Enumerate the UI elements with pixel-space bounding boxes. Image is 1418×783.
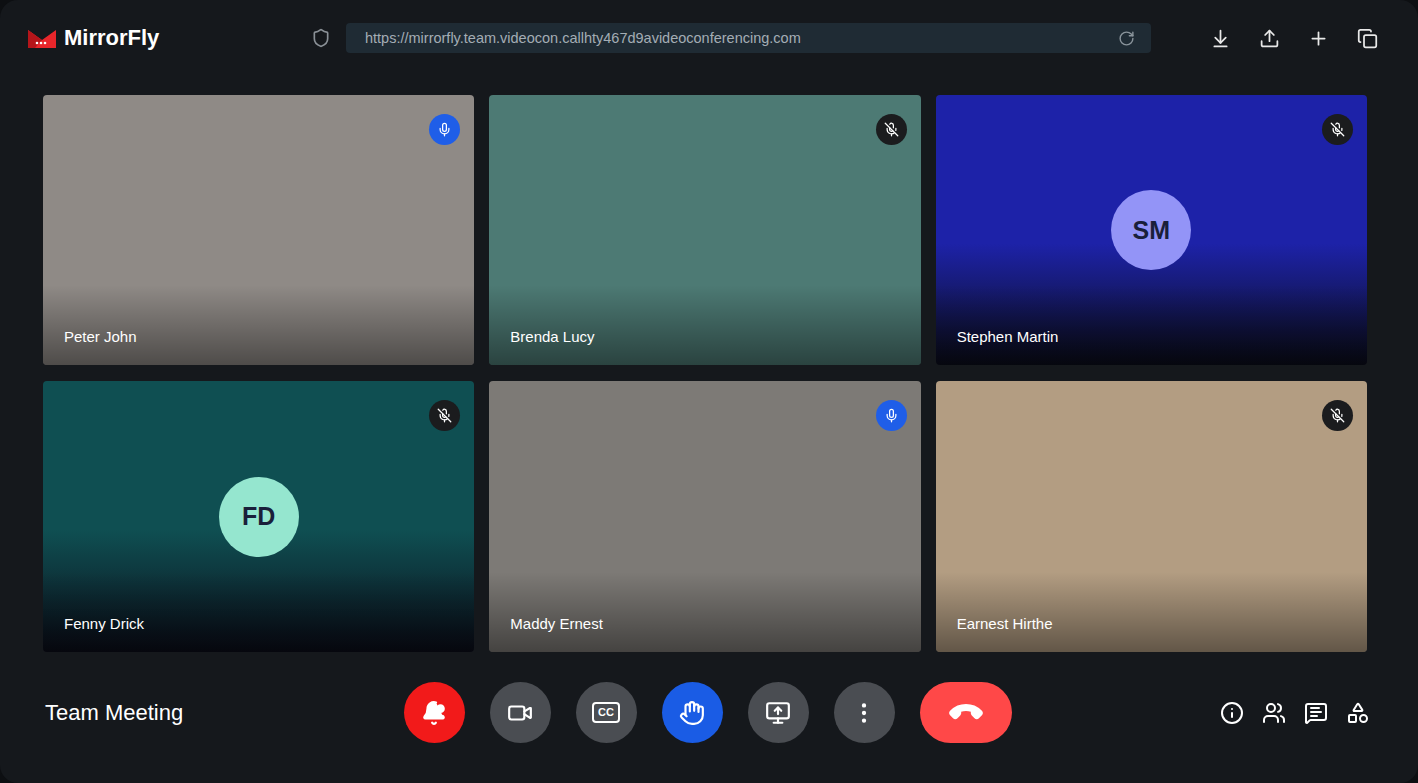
download-icon[interactable] (1210, 28, 1231, 49)
mic-off-icon (437, 408, 452, 423)
plus-icon[interactable] (1308, 28, 1329, 49)
share-button[interactable] (748, 682, 809, 743)
mic-badge (429, 114, 460, 145)
shield-icon[interactable] (311, 28, 331, 48)
participant-name: Earnest Hirthe (957, 615, 1053, 632)
participant-tile[interactable]: SM Stephen Martin (936, 95, 1367, 365)
mic-off-icon (884, 122, 899, 137)
header: MirrorFly https://mirrorfly.team.videocon… (0, 0, 1418, 76)
participant-tile[interactable]: FD Fenny Drick (43, 381, 474, 652)
name-shade (43, 572, 474, 652)
end-call-icon (946, 693, 986, 733)
name-shade (43, 285, 474, 365)
screen-share-icon (765, 700, 791, 726)
participants-button[interactable] (1262, 701, 1286, 725)
mic-off-icon (1330, 122, 1345, 137)
mic-badge (1322, 400, 1353, 431)
mic-badge (876, 114, 907, 145)
bell-icon (421, 700, 447, 726)
participant-name: Fenny Drick (64, 615, 144, 632)
refresh-icon[interactable] (1118, 30, 1135, 47)
mirrorfly-logo-icon (26, 26, 58, 50)
captions-button[interactable]: CC (576, 682, 637, 743)
end-button[interactable] (920, 682, 1012, 743)
participant-tile[interactable]: Earnest Hirthe (936, 381, 1367, 652)
mic-icon (884, 408, 899, 423)
call-footer: Team Meeting CC (0, 652, 1418, 783)
hand-icon (679, 700, 705, 726)
more-icon (851, 700, 877, 726)
captions-icon: CC (592, 702, 620, 722)
upload-icon[interactable] (1259, 28, 1280, 49)
participant-name: Stephen Martin (957, 328, 1059, 345)
name-shade (489, 572, 920, 652)
mic-badge (876, 400, 907, 431)
mic-badge (429, 400, 460, 431)
logo-text: MirrorFly (64, 25, 159, 51)
call-controls: CC (404, 682, 1012, 743)
activities-button[interactable] (1346, 701, 1370, 725)
avatar: FD (219, 477, 299, 557)
shapes-icon[interactable] (1346, 701, 1370, 725)
mic-off-icon (1330, 408, 1345, 423)
alert-button[interactable] (404, 682, 465, 743)
name-shade (936, 285, 1367, 365)
mic-icon (437, 122, 452, 137)
chat-icon[interactable] (1304, 701, 1328, 725)
security[interactable] (296, 28, 346, 48)
participant-tile[interactable]: Maddy Ernest (489, 381, 920, 652)
meeting-title: Team Meeting (45, 700, 404, 726)
mic-badge (1322, 114, 1353, 145)
logo: MirrorFly (26, 25, 296, 51)
url-bar[interactable]: https://mirrorfly.team.videocon.callhty4… (346, 23, 1151, 53)
participant-name: Peter John (64, 328, 137, 345)
url-text[interactable]: https://mirrorfly.team.videocon.callhty4… (365, 30, 1108, 46)
participant-name: Brenda Lucy (510, 328, 594, 345)
hand-button[interactable] (662, 682, 723, 743)
users-icon[interactable] (1262, 701, 1286, 725)
participant-name: Maddy Ernest (510, 615, 603, 632)
avatar: SM (1111, 190, 1191, 270)
info-button[interactable] (1220, 701, 1244, 725)
participant-grid: Peter JohnBrenda LucySMStephen MartinFDF… (43, 95, 1367, 652)
participant-tile[interactable]: Peter John (43, 95, 474, 365)
header-actions (1210, 28, 1378, 49)
camera-button[interactable] (490, 682, 551, 743)
camera-icon (507, 700, 533, 726)
footer-actions (1220, 701, 1370, 725)
more-button[interactable] (834, 682, 895, 743)
name-shade (489, 285, 920, 365)
video-call-page: MirrorFly https://mirrorfly.team.videocon… (0, 0, 1418, 783)
name-shade (936, 572, 1367, 652)
chat-button[interactable] (1304, 701, 1328, 725)
info-icon[interactable] (1220, 701, 1244, 725)
participant-tile[interactable]: Brenda Lucy (489, 95, 920, 365)
copy-icon[interactable] (1357, 28, 1378, 49)
